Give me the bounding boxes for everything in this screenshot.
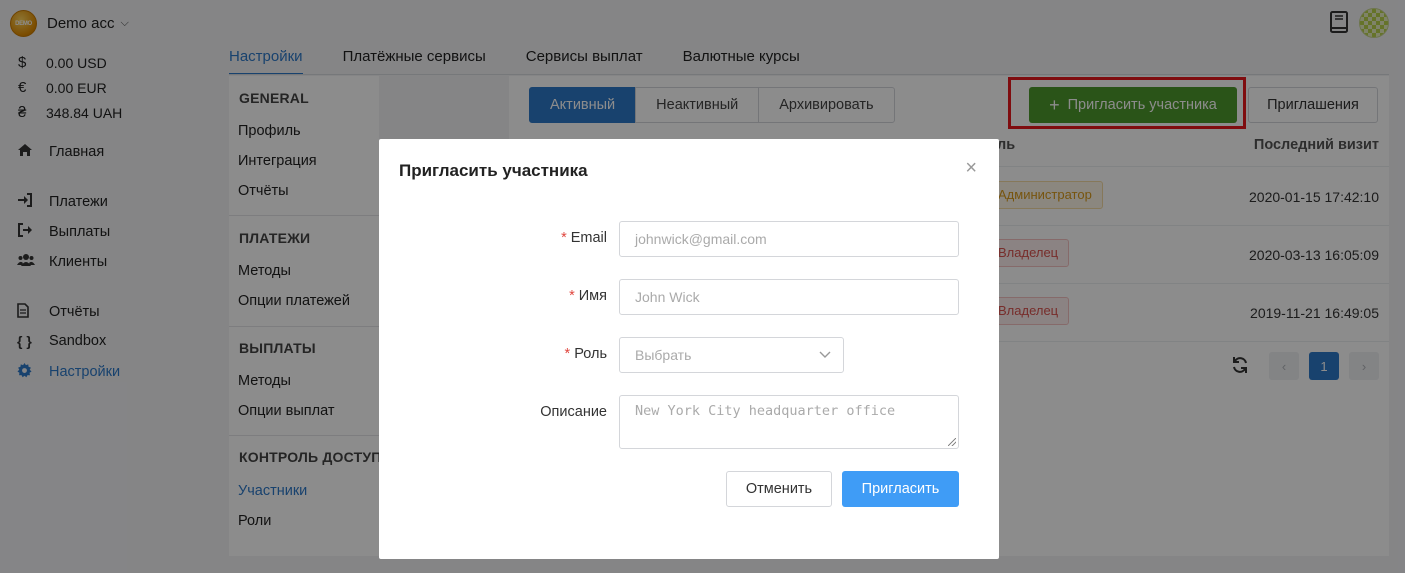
resize-handle-icon[interactable] [948, 438, 956, 446]
role-label: * Роль [565, 346, 607, 362]
description-placeholder: New York City headquarter office [635, 403, 896, 419]
email-label: * Email [561, 230, 607, 246]
name-field[interactable]: John Wick [619, 279, 959, 315]
required-mark: * [561, 230, 567, 246]
chevron-down-icon [819, 338, 831, 372]
close-icon[interactable]: × [965, 157, 977, 180]
role-select[interactable]: Выбрать [619, 337, 844, 373]
required-mark: * [569, 288, 575, 304]
cancel-button[interactable]: Отменить [726, 471, 832, 507]
modal-title: Пригласить участника [399, 161, 588, 180]
name-label: * Имя [569, 288, 607, 304]
description-textarea[interactable]: New York City headquarter office [619, 395, 959, 449]
description-label: Описание [540, 404, 607, 420]
role-select-value: Выбрать [635, 347, 692, 363]
email-field[interactable]: johnwick@gmail.com [619, 221, 959, 257]
submit-invite-button[interactable]: Пригласить [842, 471, 959, 507]
role-label-text: Роль [574, 346, 607, 362]
invite-member-modal: Пригласить участника × * Email johnwick@g… [379, 139, 999, 559]
email-label-text: Email [570, 230, 607, 246]
required-mark: * [564, 346, 571, 362]
name-label-text: Имя [578, 288, 607, 304]
